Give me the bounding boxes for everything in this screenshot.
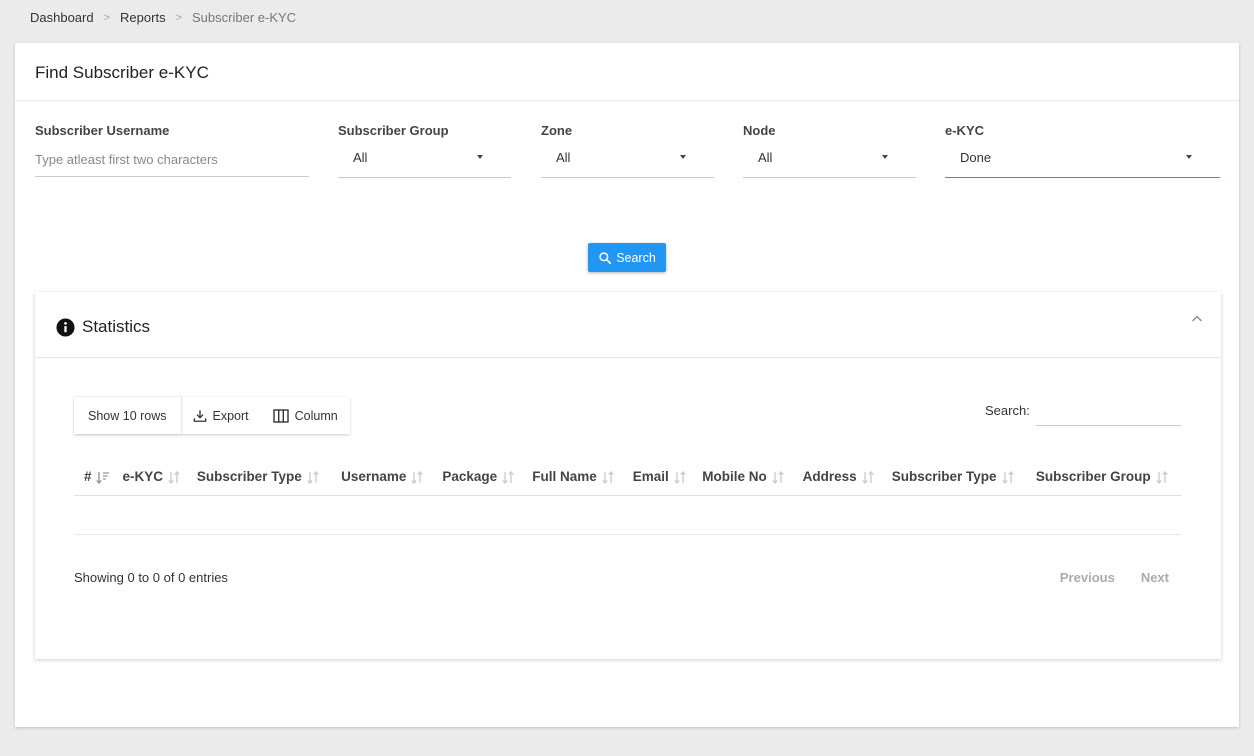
sort-icon (1155, 470, 1168, 484)
table-toolbar: Show 10 rows Export Column (74, 397, 350, 434)
zone-filter: Zone All (541, 123, 714, 178)
table-info: Showing 0 to 0 of 0 entries (74, 570, 228, 585)
pagination: Previous Next (1060, 570, 1169, 585)
breadcrumb-separator: > (175, 11, 183, 24)
group-select-value: All (353, 150, 368, 165)
search-icon (599, 251, 612, 264)
group-label: Subscriber Group (338, 123, 449, 138)
sort-icon (861, 470, 874, 484)
username-label: Subscriber Username (35, 123, 170, 138)
column-header[interactable]: Mobile No (692, 460, 793, 496)
ekyc-label: e-KYC (945, 123, 985, 138)
download-icon (193, 409, 206, 422)
column-button[interactable]: Column (261, 397, 350, 434)
export-button[interactable]: Export (181, 397, 261, 434)
next-button[interactable]: Next (1141, 570, 1169, 585)
search-button-label: Search (616, 250, 656, 265)
sort-icon (502, 470, 514, 484)
breadcrumb: Dashboard > Reports > Subscriber e-KYC (30, 10, 296, 25)
column-header[interactable]: Full Name (522, 460, 623, 496)
sort-icon (1001, 470, 1014, 484)
sort-icon (411, 470, 424, 484)
username-filter: Subscriber Username Type atleast first t… (35, 123, 309, 177)
table-empty-divider (74, 534, 1181, 535)
caret-down-icon (1186, 155, 1192, 159)
sort-icon (674, 470, 686, 484)
column-header[interactable]: Username (331, 460, 433, 496)
group-select[interactable]: All (338, 150, 511, 178)
column-header[interactable]: Address (792, 460, 882, 496)
column-header[interactable]: e-KYC (112, 460, 187, 496)
node-select-value: All (758, 150, 773, 165)
search-button[interactable]: Search (588, 243, 666, 272)
table-search-label: Search: (985, 403, 1030, 418)
columns-icon (272, 408, 289, 423)
show-rows-button[interactable]: Show 10 rows (74, 397, 181, 434)
table-search-input[interactable] (1036, 399, 1181, 426)
node-select[interactable]: All (743, 150, 916, 178)
column-header[interactable]: # (74, 460, 113, 496)
statistics-panel: Statistics Show 10 rows Export Column Se… (35, 292, 1221, 659)
chevron-up-icon[interactable] (1191, 314, 1203, 324)
zone-select-value: All (556, 150, 571, 165)
breadcrumb-dashboard[interactable]: Dashboard (30, 10, 94, 25)
caret-down-icon (680, 155, 686, 159)
page-title: Find Subscriber e-KYC (15, 43, 1239, 101)
breadcrumb-separator: > (103, 11, 111, 24)
column-header[interactable]: Subscriber Group (1025, 460, 1181, 496)
sort-icon (168, 470, 180, 484)
column-header[interactable]: Package (432, 460, 523, 496)
column-header[interactable]: Subscriber Type (186, 460, 332, 496)
sort-icon (771, 470, 784, 484)
node-filter: Node All (743, 123, 916, 178)
statistics-table: # e-KYC Subscriber Type Username Package… (74, 460, 1181, 496)
caret-down-icon (882, 155, 888, 159)
breadcrumb-current: Subscriber e-KYC (192, 10, 297, 25)
sort-icon (306, 470, 319, 484)
ekyc-select-value: Done (960, 150, 992, 165)
column-header[interactable]: Email (622, 460, 693, 496)
zone-label: Zone (541, 123, 573, 138)
column-label: Column (294, 408, 338, 423)
username-input[interactable]: Type atleast first two characters (35, 152, 309, 177)
group-filter: Subscriber Group All (338, 123, 511, 178)
statistics-header[interactable]: Statistics (35, 292, 1221, 358)
caret-down-icon (477, 155, 483, 159)
filters-row: Subscriber Username Type atleast first t… (35, 123, 1220, 183)
table-header-row: # e-KYC Subscriber Type Username Package… (74, 460, 1181, 496)
ekyc-filter: e-KYC Done (945, 123, 1220, 178)
statistics-title: Statistics (82, 317, 151, 336)
sort-icon (602, 470, 614, 484)
previous-button[interactable]: Previous (1060, 570, 1115, 585)
column-header[interactable]: Subscriber Type (881, 460, 1026, 496)
export-label: Export (212, 408, 249, 423)
node-label: Node (743, 123, 776, 138)
info-icon (56, 317, 75, 337)
breadcrumb-reports[interactable]: Reports (120, 10, 166, 25)
zone-select[interactable]: All (541, 150, 714, 178)
find-subscriber-card: Find Subscriber e-KYC Subscriber Usernam… (15, 43, 1239, 727)
ekyc-select[interactable]: Done (945, 150, 1220, 178)
sort-desc-icon (95, 471, 109, 484)
